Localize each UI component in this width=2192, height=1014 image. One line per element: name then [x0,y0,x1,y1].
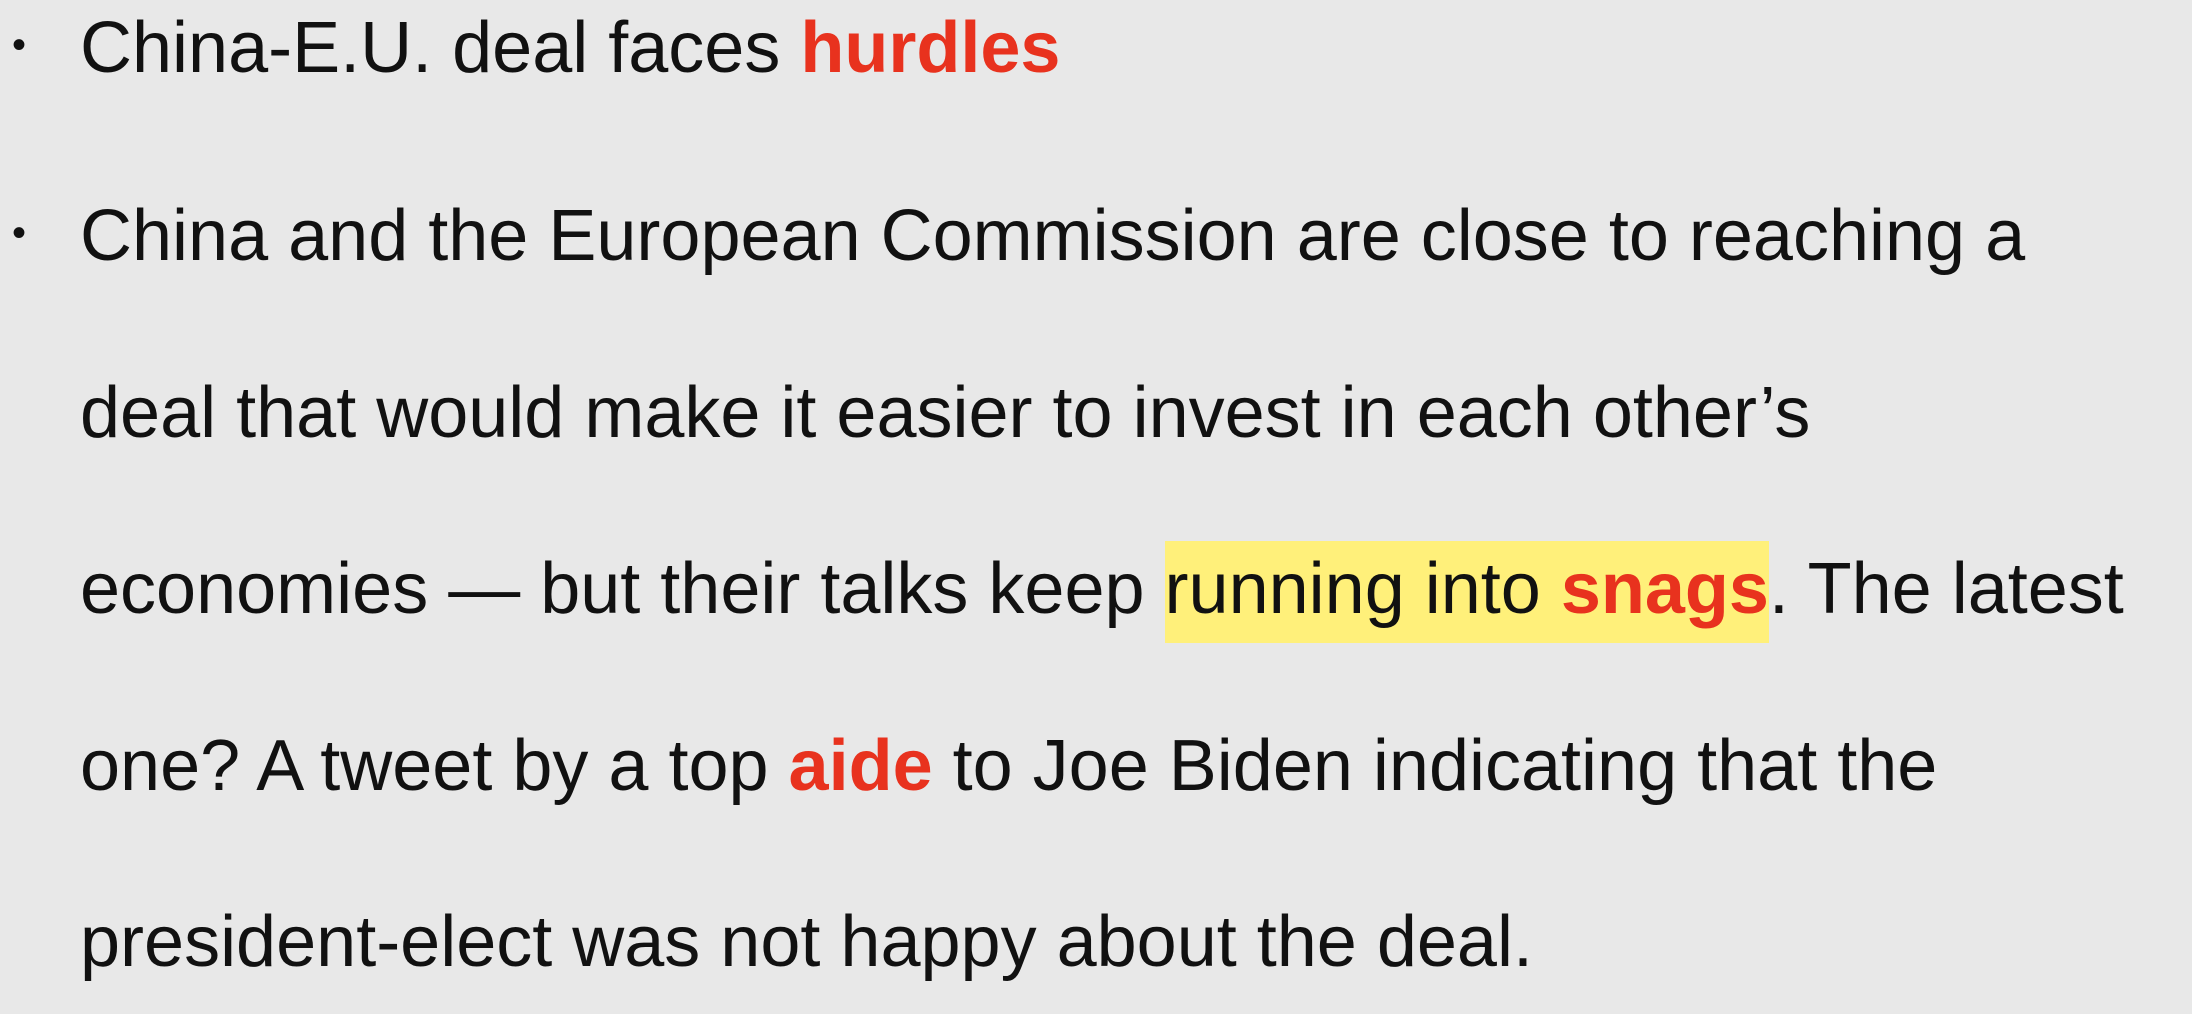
body-line-4-lead: one? A tweet by a top [80,726,789,806]
headline: China-E.U. deal faces hurdles [80,12,1060,84]
headline-text: China-E.U. deal faces [80,8,801,88]
keyword-snags: snags [1560,549,1769,629]
keyword-hurdles: hurdles [800,8,1061,88]
keyword-aide: aide [788,726,933,806]
bullet-marker-2: • [12,211,27,255]
body-line-5: president-elect was not happy about the … [80,902,1533,982]
body-line-3-lead: economies — but their talks keep [80,549,1165,629]
body-line-1: China and the European Commission are cl… [80,196,2026,276]
bullet-marker-1: • [12,23,27,67]
body-line-4: one? A tweet by a top aide to Joe Biden … [80,730,1937,802]
highlighted-plain-text: running into [1164,549,1561,629]
highlighted-phrase: running into snags [1164,541,1769,643]
body-line-4-tail: to Joe Biden indicating that the [932,726,1938,806]
body-line-3-tail: . The latest [1768,549,2124,629]
body-line-2: deal that would make it easier to invest… [80,373,1811,453]
body-line-3: economies — but their talks keep running… [80,541,2124,643]
